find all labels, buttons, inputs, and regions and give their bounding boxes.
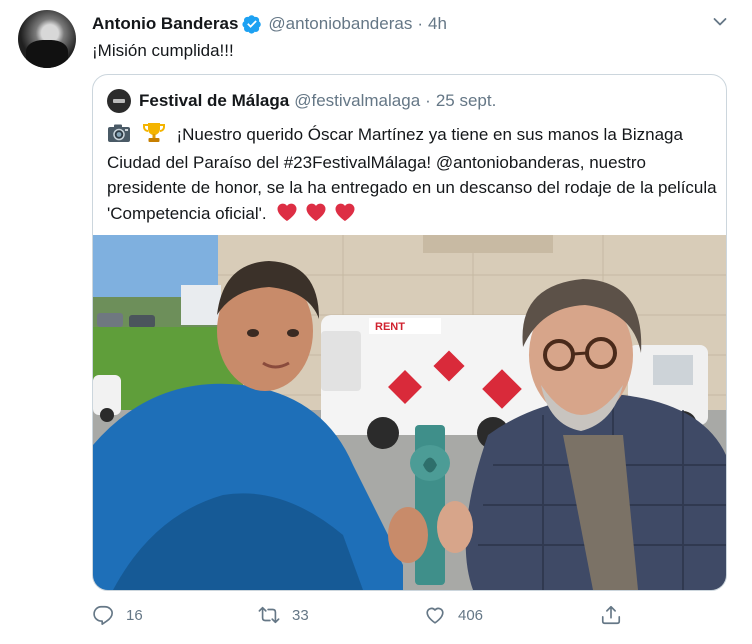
- quoted-avatar[interactable]: [107, 89, 131, 113]
- retweet-button[interactable]: 33: [258, 604, 309, 626]
- like-button[interactable]: 406: [424, 604, 483, 626]
- quoted-date[interactable]: 25 sept.: [436, 91, 497, 111]
- tweet-header: Antonio Banderas @antoniobanderas · 4h: [92, 12, 447, 36]
- tweet[interactable]: Antonio Banderas @antoniobanderas · 4h ¡…: [0, 0, 752, 644]
- avatar[interactable]: [18, 10, 76, 68]
- trophy-emoji: [142, 121, 166, 150]
- retweet-icon: [258, 606, 280, 624]
- quoted-author-handle[interactable]: @festivalmalaga: [294, 91, 420, 111]
- tweet-timestamp[interactable]: 4h: [428, 14, 447, 34]
- share-icon: [601, 605, 621, 625]
- separator-dot: ·: [417, 14, 423, 33]
- author-handle[interactable]: @antoniobanderas: [268, 14, 412, 34]
- reply-icon: [93, 605, 113, 625]
- verified-icon: [242, 14, 262, 34]
- truck-logo-text: RENT: [375, 321, 405, 333]
- quoted-author-name[interactable]: Festival de Málaga: [139, 91, 289, 111]
- quoted-tweet-header: Festival de Málaga @festivalmalaga · 25 …: [107, 89, 496, 113]
- tweet-text: ¡Misión cumplida!!!: [92, 41, 234, 60]
- quoted-tweet-photo[interactable]: RENT: [93, 235, 726, 590]
- camera-emoji: [107, 123, 131, 150]
- share-button[interactable]: [600, 604, 622, 626]
- reply-button[interactable]: 16: [92, 604, 143, 626]
- red-heart-emoji: [304, 200, 328, 229]
- like-icon: [426, 607, 444, 624]
- author-name[interactable]: Antonio Banderas: [92, 14, 238, 34]
- like-count: 406: [458, 606, 484, 624]
- reply-count: 16: [126, 606, 143, 624]
- retweet-count: 33: [292, 606, 309, 624]
- quoted-tweet-text: ¡Nuestro querido Óscar Martínez ya tiene…: [107, 121, 717, 229]
- red-heart-emoji: [275, 200, 299, 229]
- tweet-actions: 16 33 406: [92, 600, 652, 632]
- red-heart-emoji: [333, 200, 357, 229]
- quoted-tweet-body: ¡Nuestro querido Óscar Martínez ya tiene…: [107, 125, 717, 223]
- chevron-down-icon[interactable]: [712, 14, 728, 30]
- quoted-tweet[interactable]: Festival de Málaga @festivalmalaga · 25 …: [92, 74, 727, 591]
- quoted-separator-dot: ·: [425, 91, 431, 110]
